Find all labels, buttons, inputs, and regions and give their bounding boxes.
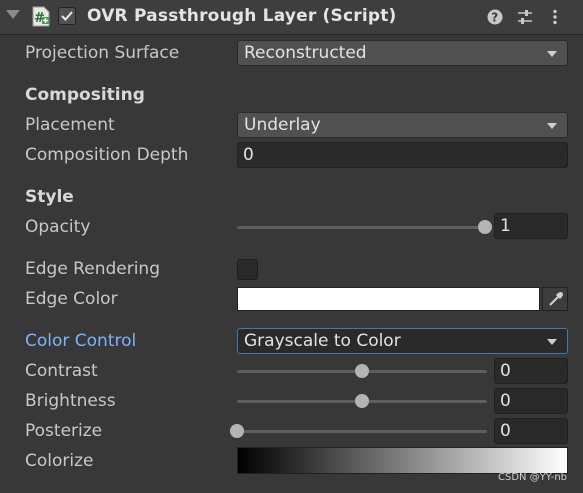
eyedropper-icon	[549, 292, 563, 306]
edge-color-swatch[interactable]	[237, 287, 540, 311]
placement-value: Underlay	[244, 115, 321, 135]
opacity-label: Opacity	[25, 217, 91, 237]
component-header: # OVR Passthrough Layer (Script) ?	[0, 0, 583, 35]
posterize-slider-knob[interactable]	[230, 424, 244, 438]
opacity-slider-knob[interactable]	[478, 220, 492, 234]
dropdown-arrow-icon	[547, 339, 557, 345]
posterize-label: Posterize	[25, 421, 103, 441]
brightness-slider-knob[interactable]	[355, 394, 369, 408]
colorize-label: Colorize	[25, 451, 94, 471]
placement-label: Placement	[25, 115, 115, 135]
projection-surface-dropdown[interactable]: Reconstructed	[237, 40, 568, 66]
svg-text:?: ?	[491, 11, 498, 25]
posterize-input[interactable]: 0	[494, 418, 568, 444]
checkmark-icon	[61, 11, 73, 21]
dropdown-arrow-icon	[547, 123, 557, 129]
opacity-input[interactable]: 1	[494, 213, 568, 239]
component-title: OVR Passthrough Layer (Script)	[87, 6, 397, 26]
help-icon[interactable]: ?	[486, 8, 504, 26]
opacity-value: 1	[500, 216, 511, 236]
watermark: CSDN @YY-nb	[497, 472, 567, 483]
compositing-heading: Compositing	[25, 85, 145, 105]
placement-dropdown[interactable]: Underlay	[237, 112, 568, 138]
projection-surface-value: Reconstructed	[244, 43, 367, 63]
colorize-gradient-field[interactable]	[237, 447, 568, 474]
presets-icon[interactable]	[516, 8, 534, 26]
edge-color-label: Edge Color	[25, 289, 118, 309]
style-heading: Style	[25, 187, 74, 207]
color-control-dropdown[interactable]: Grayscale to Color	[237, 328, 568, 354]
posterize-slider-track[interactable]	[237, 430, 487, 433]
contrast-slider-knob[interactable]	[355, 364, 369, 378]
brightness-input[interactable]: 0	[494, 388, 568, 414]
brightness-label: Brightness	[25, 391, 116, 411]
edge-rendering-checkbox[interactable]	[237, 259, 258, 280]
contrast-value: 0	[500, 361, 511, 381]
composition-depth-value: 0	[243, 145, 254, 165]
script-icon: #	[32, 6, 50, 27]
opacity-slider-track[interactable]	[237, 226, 485, 229]
more-icon[interactable]	[546, 8, 564, 26]
color-control-label: Color Control	[25, 331, 137, 351]
dropdown-arrow-icon	[547, 51, 557, 57]
edge-rendering-label: Edge Rendering	[25, 259, 160, 279]
enable-checkbox[interactable]	[58, 7, 76, 25]
posterize-value: 0	[500, 421, 511, 441]
composition-depth-input[interactable]: 0	[237, 142, 568, 168]
eyedropper-button[interactable]	[542, 287, 568, 311]
color-control-value: Grayscale to Color	[244, 331, 401, 351]
projection-surface-label: Projection Surface	[25, 43, 180, 63]
fold-triangle-icon[interactable]	[6, 10, 20, 19]
contrast-label: Contrast	[25, 361, 98, 381]
contrast-input[interactable]: 0	[494, 358, 568, 384]
brightness-value: 0	[500, 391, 511, 411]
composition-depth-label: Composition Depth	[25, 145, 189, 165]
